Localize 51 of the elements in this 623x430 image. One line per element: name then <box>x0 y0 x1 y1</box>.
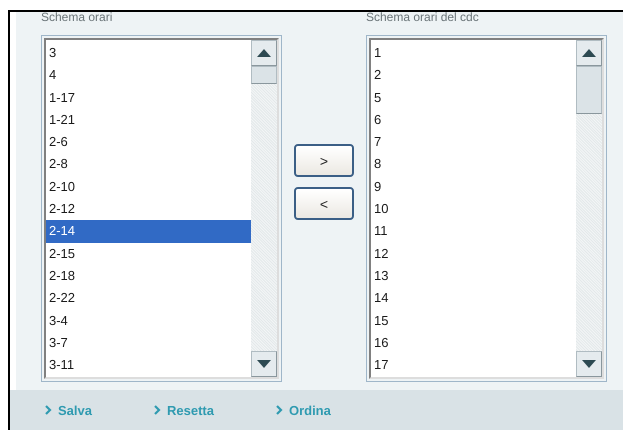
scroll-thumb[interactable] <box>576 66 602 114</box>
list-item[interactable]: 1-17 <box>46 86 251 109</box>
list-item[interactable]: 14 <box>371 287 576 310</box>
list-box[interactable]: 1 2 5 6 7 8 9 10 11 12 13 14 15 16 17 <box>366 35 607 382</box>
scroll-thumb[interactable] <box>251 66 277 84</box>
list-item[interactable]: 1-21 <box>46 108 251 132</box>
chevron-icon <box>154 405 161 415</box>
list-item[interactable]: 2-8 <box>46 153 251 176</box>
list-item[interactable]: 2-22 <box>46 287 251 310</box>
list-item[interactable]: 7 <box>371 131 576 154</box>
list-item[interactable]: 2 <box>371 64 576 87</box>
scrollbar[interactable] <box>251 40 277 377</box>
list-item[interactable]: 12 <box>371 242 576 265</box>
list-item[interactable]: 11 <box>371 220 576 243</box>
down-arrow-icon <box>582 360 596 368</box>
list-item[interactable]: 3-4 <box>46 310 251 332</box>
list-item[interactable]: 2-14 <box>46 220 251 243</box>
scroll-down-button[interactable] <box>576 351 602 377</box>
up-arrow-icon <box>257 49 271 57</box>
list-item[interactable]: 1 <box>371 42 576 64</box>
list-item[interactable]: 6 <box>371 108 576 132</box>
list-item[interactable]: 3-11 <box>46 354 251 376</box>
list-item[interactable]: 15 <box>371 310 576 332</box>
list-label: Schema orari del cdc <box>366 11 480 23</box>
list-item[interactable]: 3 <box>46 42 251 64</box>
scroll-up-button[interactable] <box>576 40 602 66</box>
list-item[interactable]: 9 <box>371 176 576 198</box>
move-button[interactable]: > <box>294 144 354 177</box>
move-button[interactable]: < <box>294 187 354 220</box>
list-item[interactable]: 2-6 <box>46 131 251 154</box>
list-item[interactable]: 2-15 <box>46 242 251 265</box>
list-item[interactable]: 17 <box>371 354 576 376</box>
list-item[interactable]: 3-7 <box>46 332 251 354</box>
list-label: Schema orari <box>41 11 114 23</box>
list-box[interactable]: 3 4 1-17 1-21 2-6 2-8 2-10 2-12 2-14 2-15 2-18 2-22 3-4 3-7 3-11 <box>41 35 282 382</box>
list-item[interactable]: 2-12 <box>46 198 251 220</box>
scroll-up-button[interactable] <box>251 40 277 66</box>
list-item[interactable]: 16 <box>371 332 576 354</box>
list-item[interactable]: 13 <box>371 264 576 288</box>
chevron-icon <box>276 405 283 415</box>
scrollbar[interactable] <box>576 40 602 377</box>
chevron-icon <box>45 405 52 415</box>
scroll-down-button[interactable] <box>251 351 277 377</box>
list-item[interactable]: 8 <box>371 153 576 176</box>
up-arrow-icon <box>582 49 596 57</box>
list-item[interactable]: 5 <box>371 86 576 109</box>
list-item[interactable]: 10 <box>371 198 576 220</box>
down-arrow-icon <box>257 360 271 368</box>
list-item[interactable]: 2-10 <box>46 176 251 198</box>
list-item[interactable]: 2-18 <box>46 264 251 288</box>
list-item[interactable]: 4 <box>46 64 251 87</box>
